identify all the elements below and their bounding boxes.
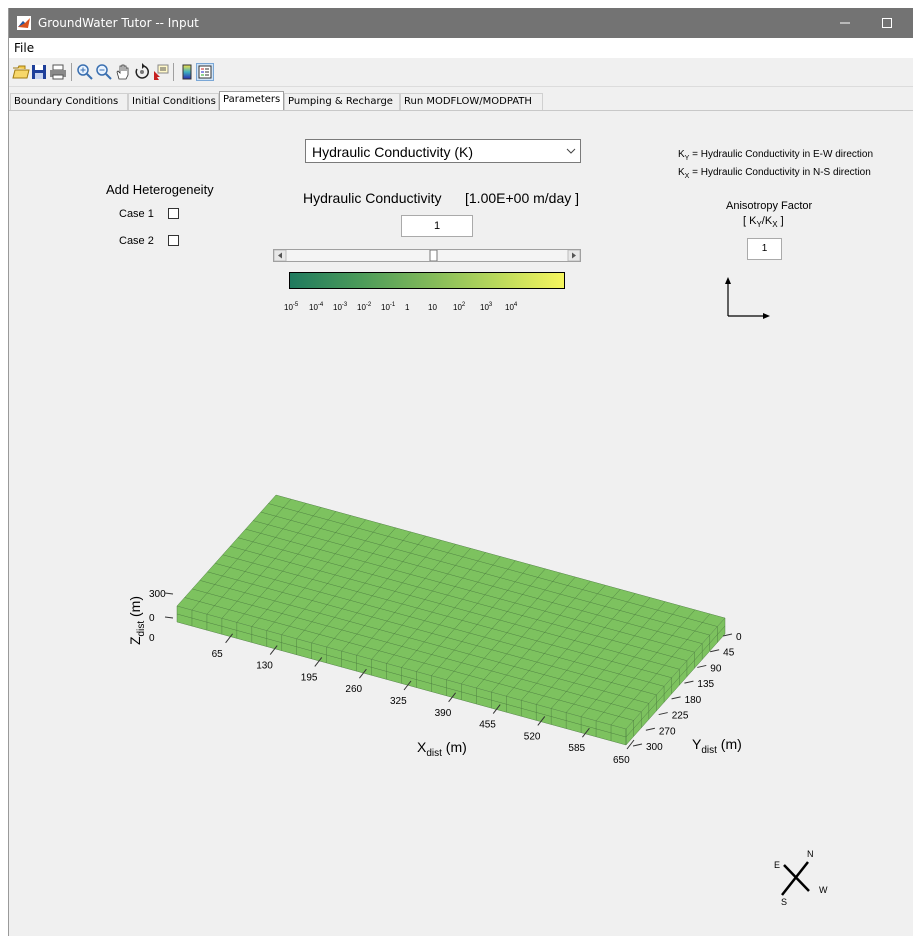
x-axis-title: Xdist (m) — [417, 739, 467, 759]
x-tick-label: 260 — [345, 684, 362, 695]
x-tick-label: 65 — [212, 649, 224, 660]
y-tick — [710, 649, 720, 653]
compass-west: W — [819, 885, 828, 895]
y-tick-label: 180 — [685, 695, 702, 706]
y-tick-label: 0 — [736, 632, 742, 643]
y-tick — [671, 696, 681, 700]
y-tick — [658, 712, 668, 716]
y-axis-title: Ydist (m) — [692, 736, 742, 756]
x-tick-label: 325 — [390, 696, 407, 707]
compass-east: E — [774, 860, 780, 870]
x-tick-label: 130 — [256, 661, 273, 672]
x-tick-label: 650 — [613, 755, 630, 766]
y-tick-label: 45 — [723, 648, 735, 659]
x-tick-label: 520 — [524, 731, 541, 742]
z-tick — [164, 592, 174, 595]
y-tick — [684, 680, 694, 684]
y-tick-label: 225 — [672, 711, 689, 722]
y-tick-label: 135 — [697, 679, 714, 690]
z-tick-label: 0 — [149, 633, 155, 644]
y-tick-label: 300 — [646, 742, 663, 753]
x-tick-label: 390 — [435, 708, 452, 719]
app-window: GroundWater Tutor -- Input File Boundary… — [8, 8, 913, 936]
x-tick-label: 455 — [479, 720, 496, 731]
y-tick — [632, 743, 643, 747]
compass-icon: N E S W — [774, 849, 828, 907]
z-tick-label: 0 — [149, 613, 155, 624]
y-tick-label: 90 — [710, 663, 722, 674]
y-tick-label: 270 — [659, 726, 676, 737]
z-tick — [164, 616, 174, 619]
y-tick — [697, 664, 707, 668]
x-tick-label: 195 — [301, 672, 318, 683]
z-tick-label: 300 — [149, 589, 166, 600]
model-grid-plot: 6513019526032539045552058565004590135180… — [127, 494, 742, 766]
compass-north: N — [807, 849, 814, 859]
z-axis-title: Zdist (m) — [127, 596, 147, 645]
x-tick-label: 585 — [568, 743, 585, 754]
y-tick — [645, 727, 655, 731]
compass-south: S — [781, 897, 787, 907]
